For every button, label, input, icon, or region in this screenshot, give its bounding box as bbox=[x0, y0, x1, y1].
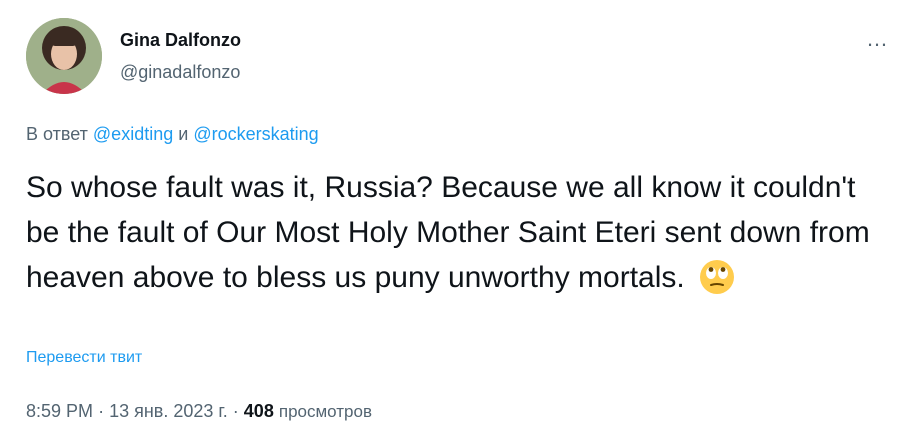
reply-user-link[interactable]: @exidting bbox=[93, 124, 173, 144]
avatar[interactable] bbox=[26, 18, 102, 94]
tweet-body: So whose fault was it, Russia? Because w… bbox=[26, 171, 870, 294]
author-handle[interactable]: @ginadalfonzo bbox=[120, 62, 240, 83]
avatar-image bbox=[26, 18, 102, 94]
tweet-meta: 8:59 PM · 13 янв. 2023 г. · 408 просмотр… bbox=[26, 401, 372, 422]
views-label: просмотров bbox=[278, 402, 372, 421]
meta-separator: · bbox=[232, 401, 239, 421]
face-with-rolling-eyes-icon bbox=[700, 260, 735, 294]
reply-context: В ответ @exidting и @rockerskating bbox=[26, 124, 319, 145]
tweet-time[interactable]: 8:59 PM bbox=[26, 401, 93, 421]
meta-separator: · bbox=[98, 401, 105, 421]
tweet-date[interactable]: 13 янв. 2023 г. bbox=[109, 401, 228, 421]
more-options-icon[interactable]: … bbox=[866, 28, 889, 50]
tweet-text: So whose fault was it, Russia? Because w… bbox=[26, 165, 896, 300]
views-count[interactable]: 408 bbox=[244, 401, 274, 421]
reply-prefix: В ответ bbox=[26, 124, 88, 144]
reply-user-link[interactable]: @rockerskating bbox=[193, 124, 318, 144]
author-name[interactable]: Gina Dalfonzo bbox=[120, 30, 241, 51]
reply-conjunction: и bbox=[178, 124, 189, 144]
translate-tweet-link[interactable]: Перевести твит bbox=[26, 349, 142, 367]
